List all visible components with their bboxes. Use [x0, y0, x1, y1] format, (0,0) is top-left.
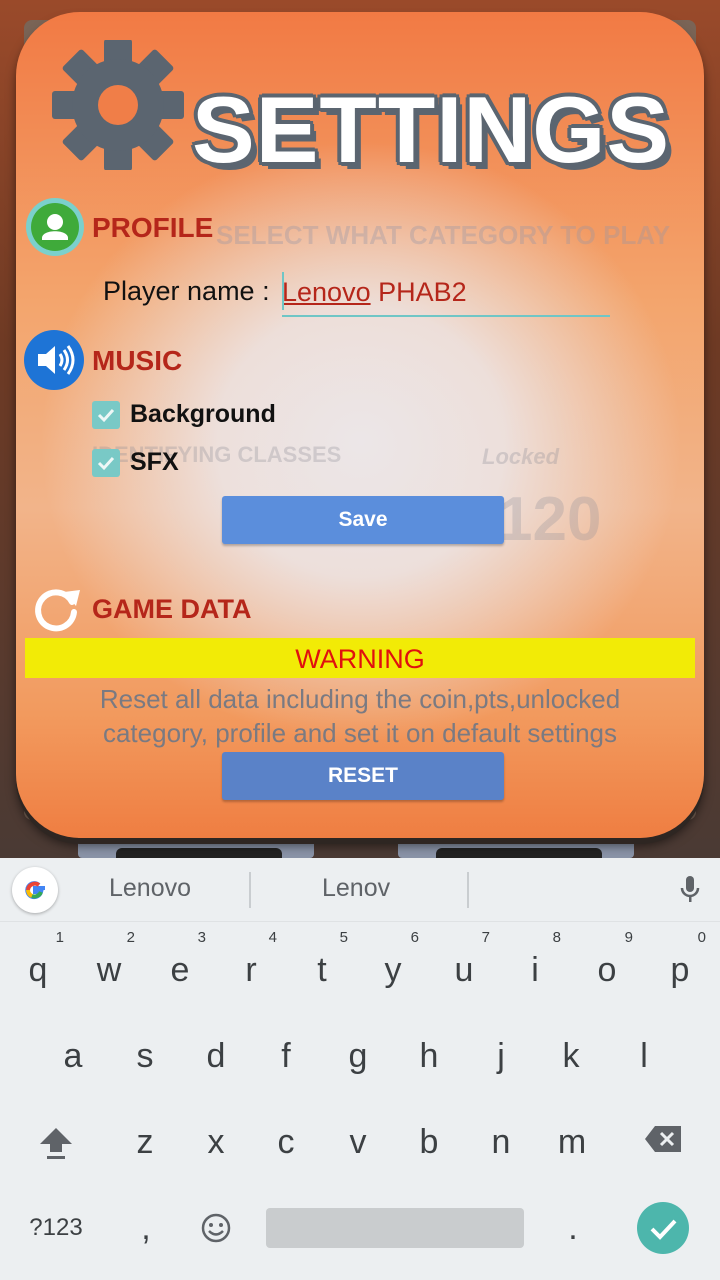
- profile-heading: PROFILE: [92, 212, 214, 243]
- key-u[interactable]: u7: [434, 929, 494, 1002]
- game-data-heading: GAME DATA: [92, 594, 252, 624]
- background-hint-text: SELECT WHAT CATEGORY TO PLAY: [216, 220, 671, 250]
- key-y[interactable]: y6: [363, 929, 423, 1002]
- key-t[interactable]: t5: [292, 929, 352, 1002]
- key-m[interactable]: m: [542, 1110, 602, 1174]
- gear-icon: [52, 40, 184, 170]
- music-heading: MUSIC: [92, 345, 183, 376]
- player-name-underlined-word: Lenovo: [282, 277, 371, 307]
- profile-icon: [26, 198, 84, 256]
- speaker-icon: [24, 330, 84, 390]
- space-key[interactable]: [266, 1208, 524, 1248]
- sfx-label: SFX: [130, 448, 179, 476]
- reset-description: Reset all data including the coin,pts,un…: [40, 682, 680, 750]
- key-x[interactable]: x: [186, 1110, 246, 1174]
- warning-banner: WARNING: [25, 638, 695, 678]
- checkmark-icon: [650, 1219, 677, 1240]
- key-s[interactable]: s: [115, 1024, 175, 1088]
- suggestion-bar: Lenovo Lenov: [0, 858, 720, 922]
- key-c[interactable]: c: [256, 1110, 316, 1174]
- key-f[interactable]: f: [256, 1024, 316, 1088]
- shift-icon: [40, 1128, 72, 1159]
- background-price-label: 120: [498, 485, 602, 554]
- period-key[interactable]: .: [543, 1196, 603, 1260]
- microphone-icon[interactable]: [678, 874, 702, 904]
- key-b[interactable]: b: [399, 1110, 459, 1174]
- settings-title: SETTINGS: [192, 77, 671, 182]
- background-locked-label: Locked: [482, 444, 560, 469]
- emoji-icon: [201, 1213, 231, 1243]
- symbols-key[interactable]: ?123: [18, 1196, 94, 1260]
- emoji-key[interactable]: [186, 1196, 246, 1260]
- reset-description-line2: category, profile and set it on default …: [102, 718, 618, 748]
- player-name-input[interactable]: Lenovo PHAB2: [282, 272, 610, 317]
- shift-key[interactable]: [26, 1110, 86, 1174]
- key-w[interactable]: w2: [79, 929, 139, 1002]
- comma-key[interactable]: ,: [116, 1196, 176, 1260]
- background-music-label: Background: [130, 400, 276, 428]
- refresh-icon: [28, 580, 84, 636]
- key-o[interactable]: o9: [577, 929, 637, 1002]
- soft-keyboard: Lenovo Lenov q1 w2 e3 r4 t5 y6 u7 i8 o9 …: [0, 858, 720, 1280]
- key-q[interactable]: q1: [8, 929, 68, 1002]
- player-name-rest: PHAB2: [370, 277, 467, 307]
- key-r[interactable]: r4: [221, 929, 281, 1002]
- key-j[interactable]: j: [471, 1024, 531, 1088]
- key-z[interactable]: z: [115, 1110, 175, 1174]
- key-v[interactable]: v: [328, 1110, 388, 1174]
- suggestion-divider: [249, 872, 251, 908]
- sfx-checkbox[interactable]: [92, 449, 120, 477]
- suggestion-divider: [467, 872, 469, 908]
- key-p[interactable]: p0: [650, 929, 710, 1002]
- key-l[interactable]: l: [614, 1024, 674, 1088]
- reset-description-line1: Reset all data including the coin,pts,un…: [99, 684, 621, 714]
- reset-button[interactable]: RESET: [222, 752, 504, 800]
- background-music-checkbox[interactable]: [92, 401, 120, 429]
- enter-key[interactable]: [637, 1202, 689, 1254]
- backspace-key[interactable]: [633, 1110, 693, 1174]
- text-cursor: [282, 272, 284, 310]
- key-i[interactable]: i8: [505, 929, 565, 1002]
- suggestion-2[interactable]: Lenov: [322, 874, 390, 903]
- key-e[interactable]: e3: [150, 929, 210, 1002]
- key-k[interactable]: k: [541, 1024, 601, 1088]
- suggestion-1[interactable]: Lenovo: [109, 874, 191, 903]
- save-button[interactable]: Save: [222, 496, 504, 544]
- google-icon[interactable]: [12, 867, 58, 913]
- key-g[interactable]: g: [328, 1024, 388, 1088]
- backspace-icon: [645, 1126, 681, 1152]
- key-a[interactable]: a: [43, 1024, 103, 1088]
- key-h[interactable]: h: [399, 1024, 459, 1088]
- key-n[interactable]: n: [471, 1110, 531, 1174]
- key-d[interactable]: d: [186, 1024, 246, 1088]
- player-name-label: Player name :: [103, 276, 270, 306]
